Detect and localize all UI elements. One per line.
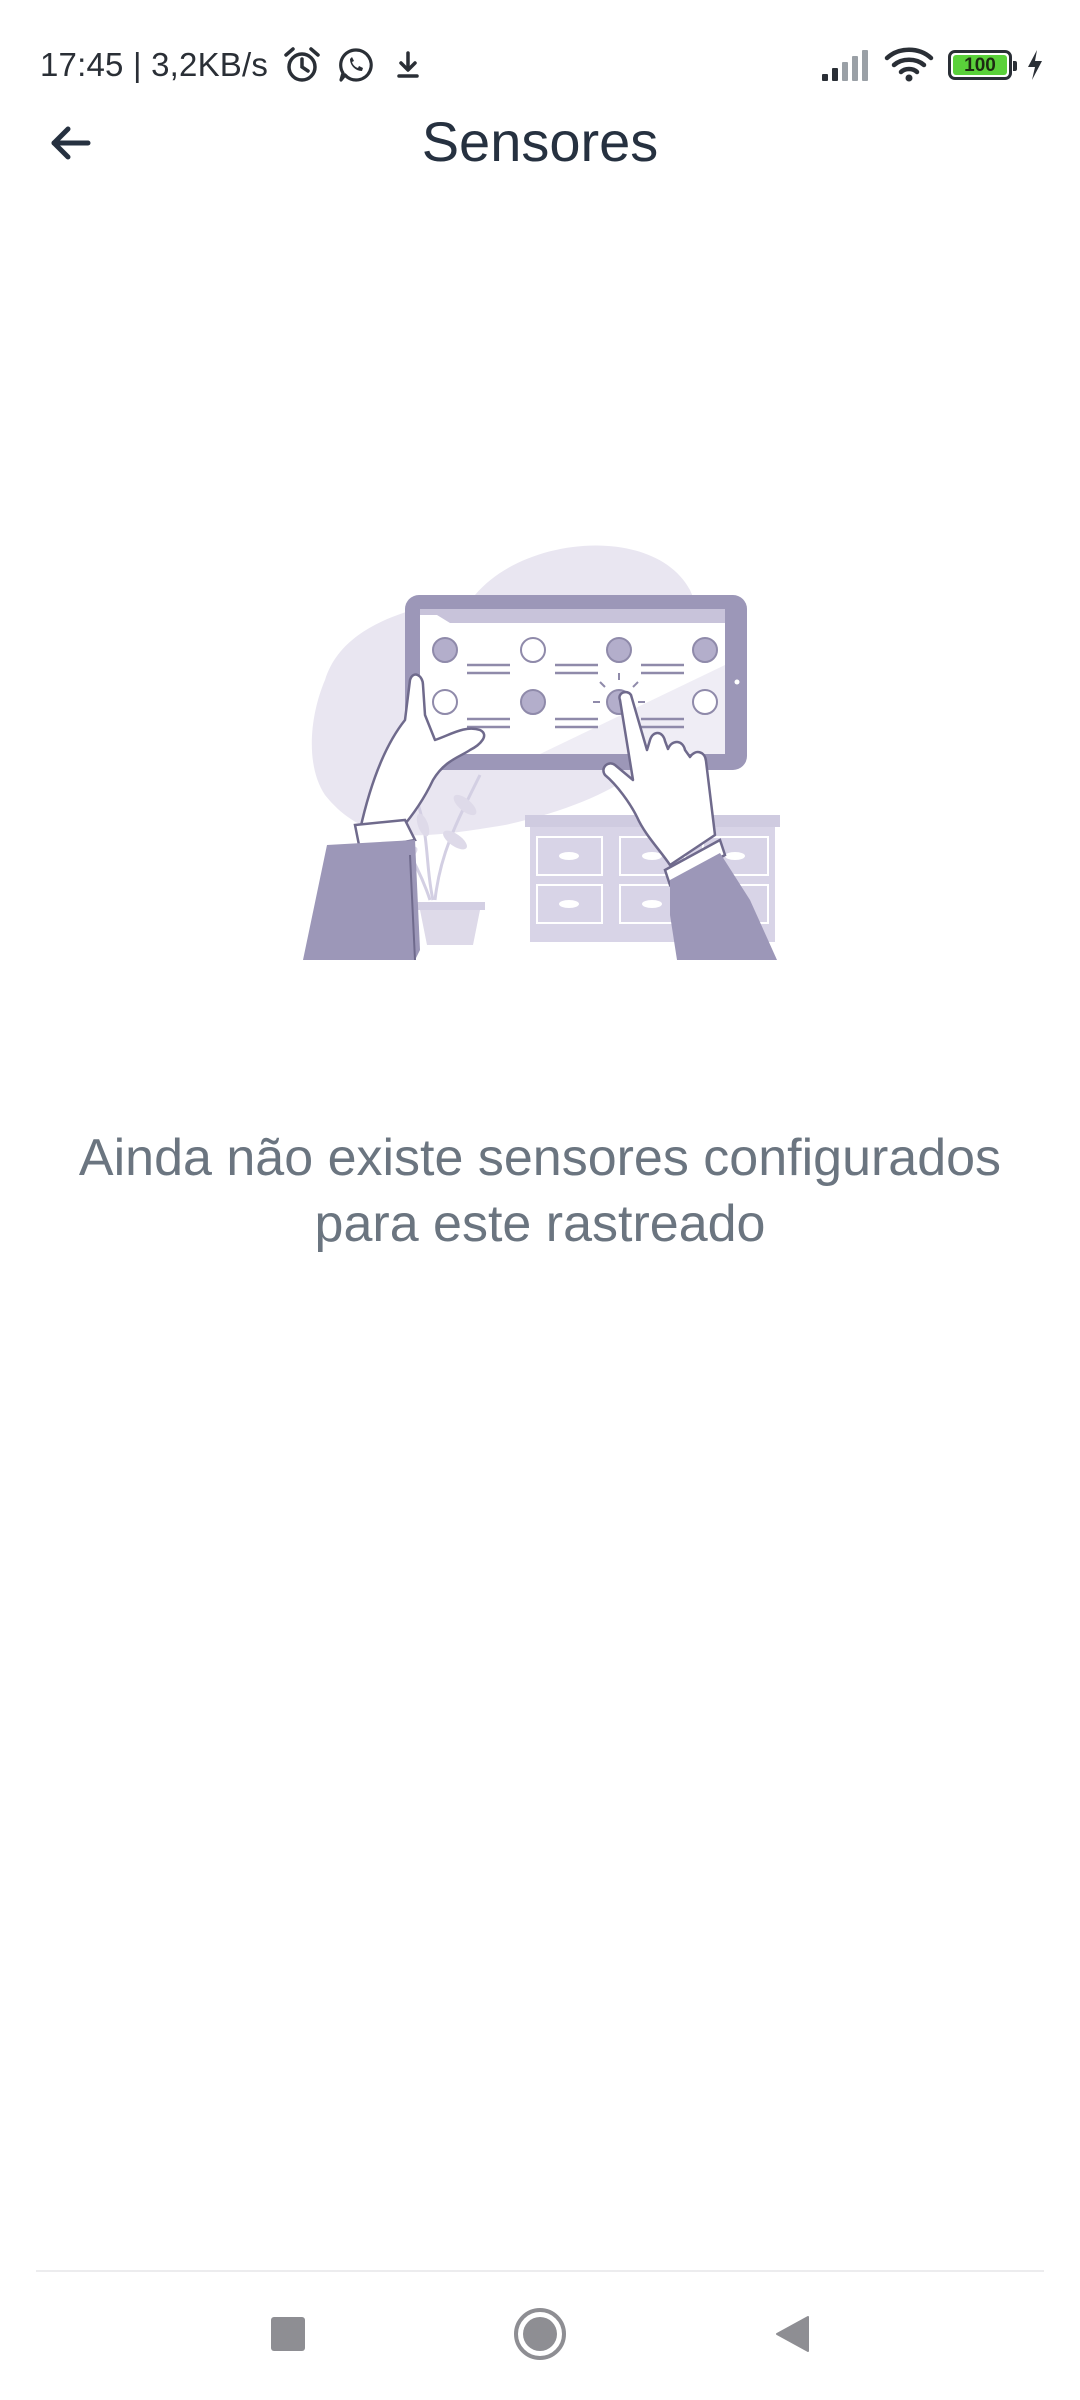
battery-level: 100: [964, 54, 996, 76]
recents-button[interactable]: [248, 2296, 328, 2376]
system-back-button[interactable]: [752, 2296, 832, 2376]
back-triangle-icon: [772, 2314, 812, 2359]
status-left: 17:45 | 3,2KB/s: [40, 40, 426, 90]
app-bar: Sensores: [0, 95, 1080, 195]
charging-icon: [1026, 49, 1044, 81]
hands-tablet-illustration: [265, 535, 815, 965]
wifi-icon: [884, 46, 934, 84]
whatsapp-icon: [336, 45, 376, 85]
page-title: Sensores: [421, 110, 659, 173]
download-icon: [390, 47, 426, 83]
status-right: 100: [820, 42, 1044, 88]
status-time-speed: 17:45 | 3,2KB/s: [40, 46, 269, 83]
alarm-icon: [282, 45, 322, 85]
home-circle-icon: [512, 2306, 568, 2367]
recents-square-icon: [268, 2314, 308, 2359]
signal-icon: [820, 48, 870, 82]
battery-icon: 100: [948, 50, 1017, 80]
navigation-bar: [0, 2272, 1080, 2400]
home-button[interactable]: [500, 2296, 580, 2376]
empty-state-message: Ainda não existe sensores configurados p…: [78, 1129, 1002, 1253]
